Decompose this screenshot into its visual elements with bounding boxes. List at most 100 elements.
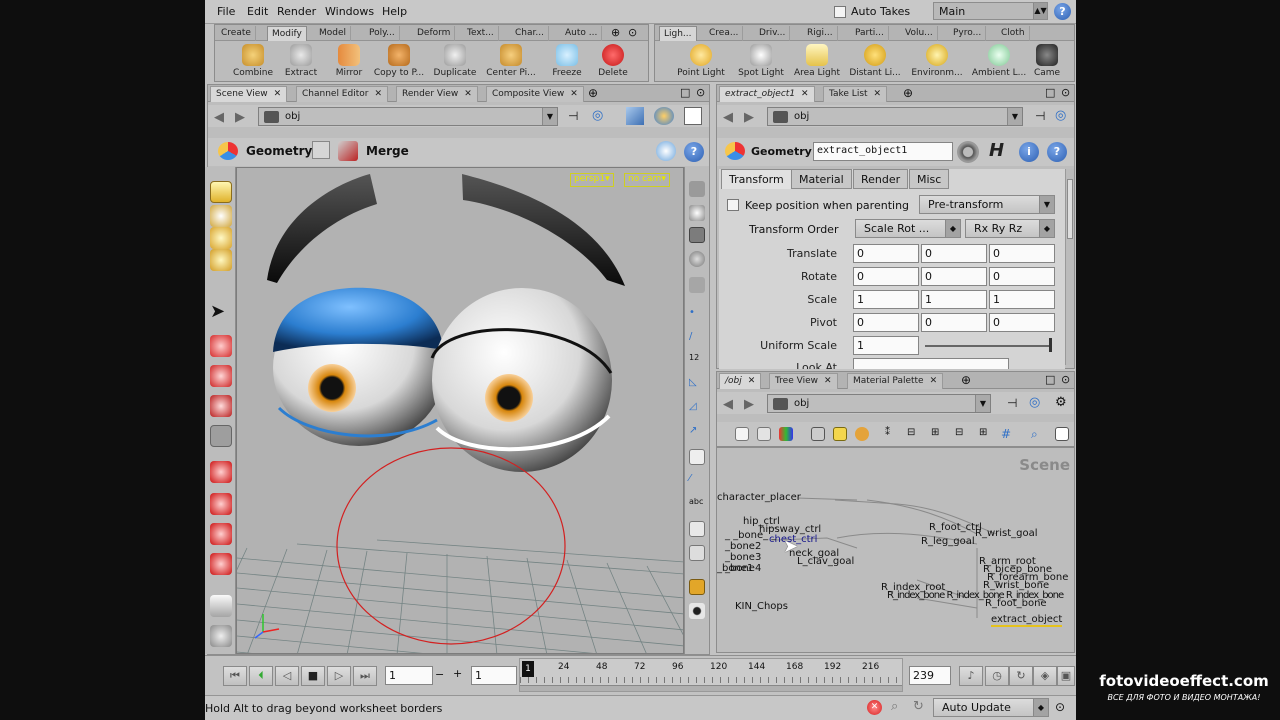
visibility-icon[interactable] [689,277,705,293]
frame-marker[interactable]: 1 [522,661,534,677]
align-icon[interactable]: ⊞ [931,427,945,441]
layout-icon[interactable]: ⁑ [885,427,899,441]
slider-handle[interactable] [1049,338,1052,352]
desktop-select[interactable]: Main ▲▼ [933,2,1048,20]
close-icon[interactable]: ✕ [274,89,282,99]
close-icon[interactable]: ✕ [874,89,882,99]
select-points-icon[interactable] [210,205,232,227]
curve-icon[interactable]: ↗ [689,425,705,441]
end-frame-field[interactable]: 239 [909,666,951,685]
sticky-note-icon[interactable] [833,427,847,441]
update-mode-menu[interactable]: Auto Update ◆ [933,698,1049,717]
node-foot-bone[interactable]: R_foot_bone [985,598,1047,609]
help-icon[interactable]: ? [684,142,704,162]
close-icon[interactable]: ✕ [748,376,756,386]
play-reverse-icon[interactable]: ◁ [275,666,299,686]
shelf-tab-create[interactable]: Create [217,26,256,41]
close-icon[interactable]: ✕ [570,89,578,99]
pin-icon[interactable]: ⊣ [1007,396,1017,410]
tile-mode-icon[interactable] [757,427,771,441]
loop-icon[interactable]: ↻ [1009,666,1033,686]
pointer-icon[interactable]: ➤ [210,301,232,323]
pin-icon[interactable]: ⊣ [568,109,578,123]
shelf-tab-pyro[interactable]: Pyro... [949,26,987,41]
frame-decrement-icon[interactable]: − [435,668,444,681]
number-icon[interactable]: 12 [689,353,705,369]
help-icon[interactable]: ? [1054,3,1071,20]
camera-menu[interactable]: no cam▾ [624,173,670,187]
rotate-tool-icon[interactable] [210,365,232,387]
abc-icon[interactable]: abc [689,497,705,513]
3d-viewport[interactable]: persp1▾ no cam▾ [236,167,684,654]
translate-y-field[interactable]: 0 [921,244,987,263]
pin-icon[interactable]: ⊣ [1035,109,1045,123]
audio-icon[interactable]: ♪ [959,666,983,686]
tab-render-view[interactable]: Render View ✕ [396,86,478,102]
step-back-icon[interactable]: ⏴ [249,666,273,686]
add-tab-icon[interactable]: ⊕ [611,26,620,39]
tab-extract-object1[interactable]: extract_object1 ✕ [719,86,815,102]
background-icon[interactable] [1055,427,1069,441]
magnet-icon[interactable] [210,523,232,545]
scroll-thumb[interactable] [1067,179,1073,239]
node-r-foot-ctrl[interactable]: R_foot_ctrl [929,522,982,533]
pane-menu-icon[interactable]: ⊙ [1061,86,1070,99]
uniform-scale-field[interactable]: 1 [853,336,919,355]
snap-options-icon[interactable] [656,141,676,161]
menu-help[interactable]: Help [382,5,407,18]
tool-copy-to-points[interactable]: Copy to P... [371,42,427,82]
uniform-scale-slider[interactable] [925,345,1051,347]
pivot-z-field[interactable]: 0 [989,313,1055,332]
tool-camera[interactable]: Came [1027,42,1067,82]
handle-tool-icon[interactable] [210,425,232,447]
gear-icon[interactable] [957,141,979,163]
handle-circle[interactable] [336,447,566,645]
back-arrow-icon[interactable]: ◀ [214,110,224,125]
tool-ambient-light[interactable]: Ambient L... [971,42,1027,82]
search-icon[interactable]: ⌕ [1031,427,1045,441]
display-options-icon[interactable] [626,107,644,125]
shelf-menu-icon[interactable]: ⊙ [628,26,637,39]
lock-icon[interactable] [689,227,705,243]
subtab-render[interactable]: Render [853,169,909,189]
back-arrow-icon[interactable]: ◀ [723,110,733,125]
tab-material-palette[interactable]: Material Palette ✕ [847,373,944,389]
back-arrow-icon[interactable]: ◀ [723,397,733,412]
node-extract-object[interactable]: extract_object [991,614,1063,627]
global-animation-icon[interactable]: ▣ [1057,666,1075,686]
tab-channel-editor[interactable]: Channel Editor ✕ [296,86,388,102]
rotate-y-field[interactable]: 0 [921,267,987,286]
menu-windows[interactable]: Windows [325,5,374,18]
edge-icon[interactable]: ◿ [689,401,705,417]
node-name-field[interactable]: extract_object1 [813,142,953,161]
maximize-icon[interactable]: □ [1045,373,1055,386]
menu-edit[interactable]: Edit [247,5,268,18]
scale-tool-icon[interactable] [210,395,232,417]
wireframe-icon[interactable] [689,205,705,221]
shelf-tab-model[interactable]: Model [315,26,352,41]
shelf-tab-particles[interactable]: Parti... [851,26,889,41]
menu-file[interactable]: File [217,5,235,18]
pane-menu-icon[interactable]: ⊙ [696,86,705,99]
tool-point-light[interactable]: Point Light [673,42,729,82]
close-icon[interactable]: ✕ [374,89,382,99]
param-scrollbar[interactable] [1065,169,1074,365]
link-icon[interactable]: ◎ [1055,108,1066,123]
shelf-tab-modify[interactable]: Modify [267,26,307,41]
link-icon[interactable]: ◎ [1029,395,1040,410]
add-tab-icon[interactable]: ⊕ [903,86,913,100]
rotate-z-field[interactable]: 0 [989,267,1055,286]
shading-icon[interactable] [654,107,674,125]
scene-path-field[interactable]: obj ▼ [258,107,558,126]
frame-increment-icon[interactable]: + [453,667,462,680]
list-mode-icon[interactable] [735,427,749,441]
play-icon[interactable]: ▷ [327,666,351,686]
add-tab-icon[interactable]: ⊕ [588,86,598,100]
node-character-placer[interactable]: character_placer [717,492,801,503]
tool-center-pivot[interactable]: Center Pi... [483,42,539,82]
jump-start-icon[interactable]: ⏮ [223,666,247,686]
network-box-icon[interactable] [855,427,869,441]
current-frame-field[interactable]: 1 [385,666,433,685]
tab-obj[interactable]: /obj ✕ [719,373,762,389]
maximize-icon[interactable]: □ [680,86,690,99]
